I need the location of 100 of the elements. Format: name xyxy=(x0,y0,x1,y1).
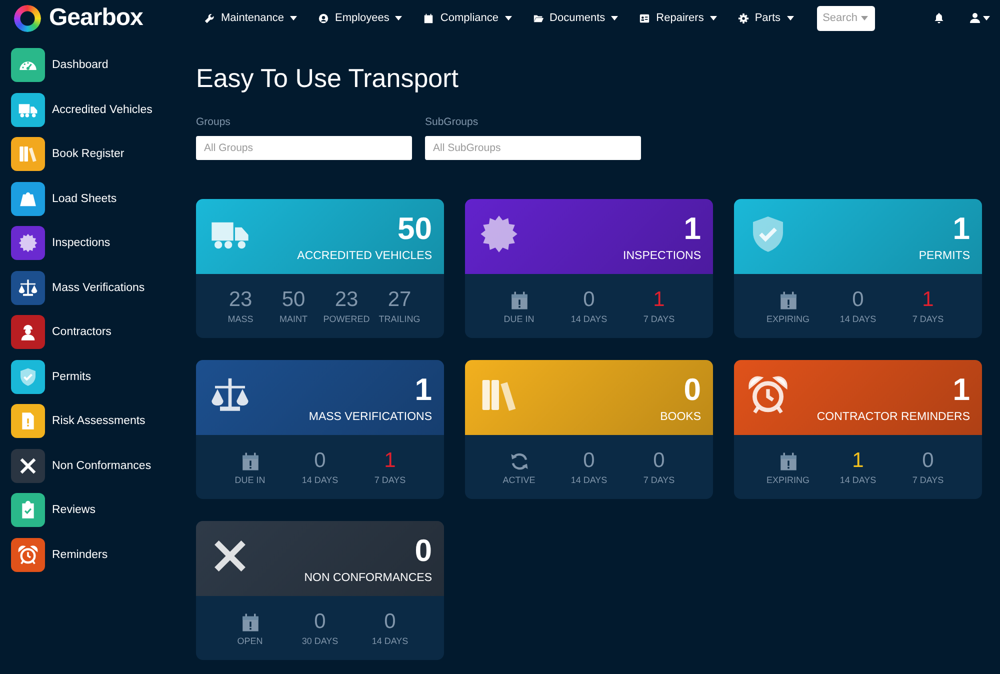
sidebar-item[interactable]: Accredited Vehicles xyxy=(11,92,190,126)
card-count: 1 xyxy=(952,210,970,248)
stat-value: 0 xyxy=(314,610,326,634)
nav-menu-item[interactable]: Parts xyxy=(726,4,803,32)
stat-label: 7 DAYS xyxy=(912,475,944,485)
stat-label: 14 DAYS xyxy=(840,475,876,485)
card-count: 1 xyxy=(414,371,432,409)
stat-label: 14 DAYS xyxy=(840,314,876,324)
nav-menu-item[interactable]: Employees xyxy=(306,4,412,32)
person-icon xyxy=(318,12,329,24)
filter-select[interactable]: All Groups xyxy=(196,136,412,160)
card-count: 1 xyxy=(684,210,701,248)
sidebar-item[interactable]: Contractors xyxy=(11,315,190,349)
sidebar-item[interactable]: Mass Verifications xyxy=(11,270,190,304)
settings-icon xyxy=(738,12,749,24)
card-title: MASS VERIFICATIONS xyxy=(308,410,432,424)
stat-card[interactable]: 0 NON CONFORMANCES OPEN 0 30 DAYS 0 14 DAYS xyxy=(196,521,444,660)
nav-menu-item[interactable]: Documents xyxy=(520,4,628,32)
card-title: BOOKS xyxy=(660,410,701,424)
starburst-badge-icon xyxy=(479,214,519,254)
caret-icon xyxy=(504,16,512,20)
nav-menu-item[interactable]: Compliance xyxy=(411,4,521,32)
nav-menu-item[interactable]: Maintenance xyxy=(192,4,306,32)
caret-icon xyxy=(710,16,717,20)
stat-label: TRAILING xyxy=(378,314,420,324)
card-title: ACCREDITED VEHICLES xyxy=(297,249,432,263)
stat-label: 14 DAYS xyxy=(302,475,338,485)
stat-value: 0 xyxy=(384,610,396,634)
stat-value: 0 xyxy=(583,449,595,473)
stat-label: DUE IN xyxy=(234,475,266,485)
stat-value: 1 xyxy=(653,288,665,312)
stat-label: EXPIRING xyxy=(766,314,810,324)
stat-label: 7 DAYS xyxy=(643,314,675,324)
card-title: PERMITS xyxy=(918,249,970,263)
stat-value: 0 xyxy=(922,449,934,473)
stat-value: 1 xyxy=(384,449,396,473)
sidebar-item[interactable]: Inspections xyxy=(11,226,190,260)
caret-icon xyxy=(786,16,794,20)
caret-icon xyxy=(395,16,402,20)
stat-value: 0 xyxy=(852,288,864,312)
card-count: 0 xyxy=(414,532,432,570)
notifications-button[interactable] xyxy=(933,12,945,24)
filter-select[interactable]: All SubGroups xyxy=(425,136,641,160)
stat-label: DUE IN xyxy=(504,314,534,324)
stat-label: 14 DAYS xyxy=(372,636,408,646)
user-icon xyxy=(969,12,981,24)
stat-value: 1 xyxy=(922,288,934,312)
card-title: CONTRACTOR REMINDERS xyxy=(816,410,970,424)
card-count: 50 xyxy=(398,210,432,248)
brand-name: Gearbox xyxy=(49,4,143,32)
card-count: 0 xyxy=(684,371,701,409)
stat-value: 0 xyxy=(653,449,665,473)
stat-label: 14 DAYS xyxy=(570,475,608,485)
caret-icon xyxy=(861,16,868,20)
stat-card[interactable]: 1 PERMITS EXPIRING 0 14 DAYS 1 7 DAYS xyxy=(734,199,982,338)
sidebar-item[interactable]: Risk Assessments xyxy=(11,404,190,438)
stat-value: 0 xyxy=(583,288,595,312)
stat-value: 0 xyxy=(314,449,326,473)
folder-icon xyxy=(532,12,544,24)
stat-card[interactable]: 1 CONTRACTOR REMINDERS EXPIRING 1 14 DAYS 0 7 DAYS xyxy=(734,360,982,499)
calendar-icon xyxy=(423,12,434,24)
calendar-alert-icon xyxy=(508,290,530,310)
stat-label: EXPIRING xyxy=(766,475,810,485)
caret-icon xyxy=(983,16,990,20)
logo-icon xyxy=(14,4,41,32)
wrench-icon xyxy=(204,12,215,24)
bell-icon xyxy=(933,12,945,24)
id-card-icon xyxy=(639,12,650,24)
stat-card[interactable]: 0 BOOKS ACTIVE 0 14 DAYS 0 7 DAYS xyxy=(465,360,713,499)
filter-label: Groups xyxy=(196,116,232,128)
refresh-icon xyxy=(508,450,530,472)
sidebar-item[interactable]: Book Register xyxy=(11,137,190,171)
caret-icon xyxy=(611,16,618,20)
stat-label: MASS xyxy=(228,314,254,324)
card-title: INSPECTIONS xyxy=(623,249,701,263)
stat-value: 23 xyxy=(228,288,252,312)
sidebar-item[interactable]: Reviews xyxy=(11,493,190,527)
nav-menu-item[interactable]: Repairers xyxy=(627,4,726,32)
sidebar-item[interactable]: Load Sheets xyxy=(11,182,190,216)
card-count: 1 xyxy=(952,371,970,409)
stat-value: 1 xyxy=(852,449,864,473)
stat-label: POWERED xyxy=(323,314,370,324)
stat-card[interactable]: 1 MASS VERIFICATIONS DUE IN 0 14 DAYS 1 7 DAYS xyxy=(196,360,444,499)
sidebar-item[interactable]: Non Conformances xyxy=(11,448,190,482)
page-title: Easy To Use Transport xyxy=(196,62,460,94)
user-menu-button[interactable] xyxy=(969,12,990,24)
stat-card[interactable]: 50 ACCREDITED VEHICLES 23 MASS 50 MAINT 23 POWERED 27 TRAILING xyxy=(196,199,444,338)
caret-icon xyxy=(290,16,297,20)
stat-label: ACTIVE xyxy=(502,475,536,485)
stat-label: 14 DAYS xyxy=(570,314,608,324)
sidebar-item[interactable]: Reminders xyxy=(11,538,190,572)
card-title: NON CONFORMANCES xyxy=(304,571,432,585)
sidebar-item[interactable]: Permits xyxy=(11,360,190,394)
stat-label: 7 DAYS xyxy=(643,475,675,485)
stat-card[interactable]: 1 INSPECTIONS DUE IN 0 14 DAYS 1 7 DAYS xyxy=(465,199,713,338)
stat-label: MAINT xyxy=(280,314,308,324)
sidebar-item[interactable]: Dashboard xyxy=(11,48,190,82)
stat-label: 7 DAYS xyxy=(912,314,944,324)
alarm-clock-icon xyxy=(748,375,788,415)
filter-label: SubGroups xyxy=(425,116,480,128)
